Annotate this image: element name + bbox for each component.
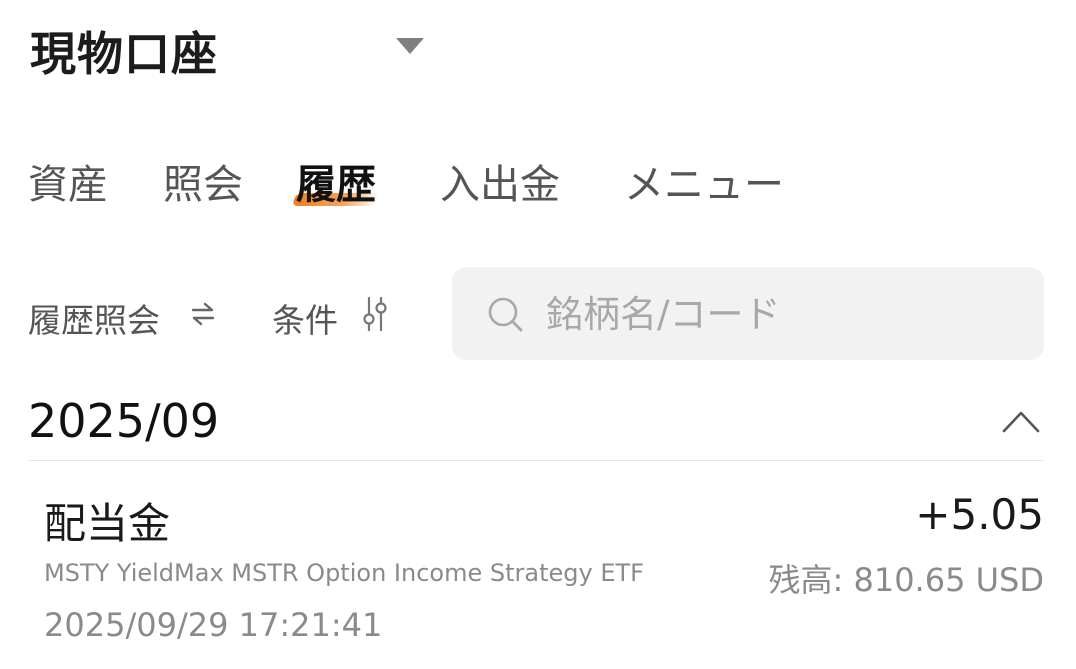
transaction-datetime: 2025/09/29 17:21:41 bbox=[44, 606, 383, 644]
tab-assets[interactable]: 資産 bbox=[28, 152, 108, 210]
transaction-type: 配当金 bbox=[44, 499, 171, 548]
sliders-icon[interactable] bbox=[360, 296, 390, 332]
search-input[interactable] bbox=[546, 286, 1016, 342]
condition-filter[interactable]: 条件 bbox=[272, 294, 338, 342]
history-inquiry-filter[interactable]: 履歴照会 bbox=[28, 294, 160, 342]
transaction-amount: +5.05 bbox=[915, 490, 1044, 539]
chevron-up-icon[interactable] bbox=[1002, 408, 1040, 434]
balance-text: 残高: 810.65 USD bbox=[768, 561, 1044, 599]
search-icon bbox=[488, 297, 523, 332]
month-label: 2025/09 bbox=[28, 394, 220, 448]
tab-menu[interactable]: メニュー bbox=[624, 152, 784, 210]
security-name: MSTY YieldMax MSTR Option Income Strateg… bbox=[44, 559, 644, 587]
tab-deposit-withdrawal[interactable]: 入出金 bbox=[440, 152, 560, 210]
tab-inquiry[interactable]: 照会 bbox=[163, 152, 243, 210]
caret-down-icon[interactable] bbox=[396, 38, 424, 54]
tab-history[interactable]: 履歴 bbox=[296, 152, 376, 210]
account-title[interactable]: 現物口座 bbox=[30, 18, 218, 84]
divider bbox=[28, 460, 1044, 461]
swap-icon[interactable] bbox=[190, 301, 216, 327]
